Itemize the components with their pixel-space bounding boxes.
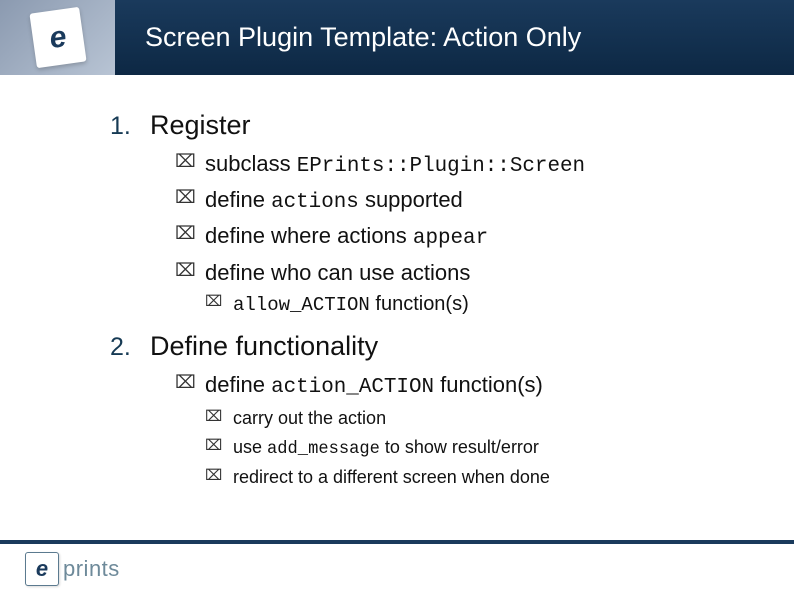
bullet-icon: ⌧ bbox=[175, 370, 205, 395]
list-label: Define functionality bbox=[150, 331, 378, 362]
list-text: define actions supported bbox=[205, 185, 463, 217]
logo-e-icon: e bbox=[36, 556, 48, 582]
list-item: ⌧ use add_message to show result/error bbox=[205, 435, 744, 461]
list-item: ⌧ define action_ACTION function(s) bbox=[175, 370, 744, 402]
eprints-e-icon: e bbox=[47, 20, 68, 56]
list-item: ⌧ redirect to a different screen when do… bbox=[205, 465, 744, 489]
list-text: define who can use actions bbox=[205, 258, 470, 288]
list-text: redirect to a different screen when done bbox=[233, 465, 550, 489]
logo-text: prints bbox=[63, 556, 120, 582]
slide-footer: e prints bbox=[0, 540, 794, 595]
slide-header: e Screen Plugin Template: Action Only bbox=[0, 0, 794, 75]
bullet-icon: ⌧ bbox=[205, 435, 233, 456]
list-item: 2. Define functionality bbox=[110, 331, 744, 362]
list-text: define where actions appear bbox=[205, 221, 488, 253]
list-text: allow_ACTION function(s) bbox=[233, 291, 469, 319]
list-item: ⌧ define where actions appear bbox=[175, 221, 744, 253]
list-item: ⌧ carry out the action bbox=[205, 406, 744, 430]
number-marker: 1. bbox=[110, 112, 150, 141]
sublist: ⌧ subclass EPrints::Plugin::Screen ⌧ def… bbox=[175, 149, 744, 319]
list-text: use add_message to show result/error bbox=[233, 435, 539, 461]
subsublist: ⌧ allow_ACTION function(s) bbox=[205, 291, 744, 319]
subsublist: ⌧ carry out the action ⌧ use add_message… bbox=[205, 406, 744, 489]
list-item: ⌧ define who can use actions bbox=[175, 258, 744, 288]
header-icon-area: e bbox=[0, 0, 115, 75]
bullet-icon: ⌧ bbox=[175, 149, 205, 174]
list-label: Register bbox=[150, 110, 251, 141]
logo-icon: e bbox=[25, 552, 59, 586]
bullet-icon: ⌧ bbox=[205, 291, 233, 312]
sublist: ⌧ define action_ACTION function(s) ⌧ car… bbox=[175, 370, 744, 489]
bullet-icon: ⌧ bbox=[175, 185, 205, 210]
list-text: subclass EPrints::Plugin::Screen bbox=[205, 149, 585, 181]
list-item: 1. Register bbox=[110, 110, 744, 141]
bullet-icon: ⌧ bbox=[175, 258, 205, 283]
eprints-logo: e prints bbox=[25, 552, 120, 586]
document-icon: e bbox=[29, 7, 86, 68]
bullet-icon: ⌧ bbox=[175, 221, 205, 246]
list-text: define action_ACTION function(s) bbox=[205, 370, 543, 402]
list-item: ⌧ subclass EPrints::Plugin::Screen bbox=[175, 149, 744, 181]
slide-content: 1. Register ⌧ subclass EPrints::Plugin::… bbox=[0, 75, 794, 521]
title-bar: Screen Plugin Template: Action Only bbox=[115, 0, 794, 75]
slide-title: Screen Plugin Template: Action Only bbox=[145, 22, 581, 53]
number-marker: 2. bbox=[110, 333, 150, 362]
bullet-icon: ⌧ bbox=[205, 406, 233, 427]
list-item: ⌧ define actions supported bbox=[175, 185, 744, 217]
bullet-icon: ⌧ bbox=[205, 465, 233, 486]
list-text: carry out the action bbox=[233, 406, 386, 430]
list-item: ⌧ allow_ACTION function(s) bbox=[205, 291, 744, 319]
footer-divider bbox=[0, 540, 794, 544]
